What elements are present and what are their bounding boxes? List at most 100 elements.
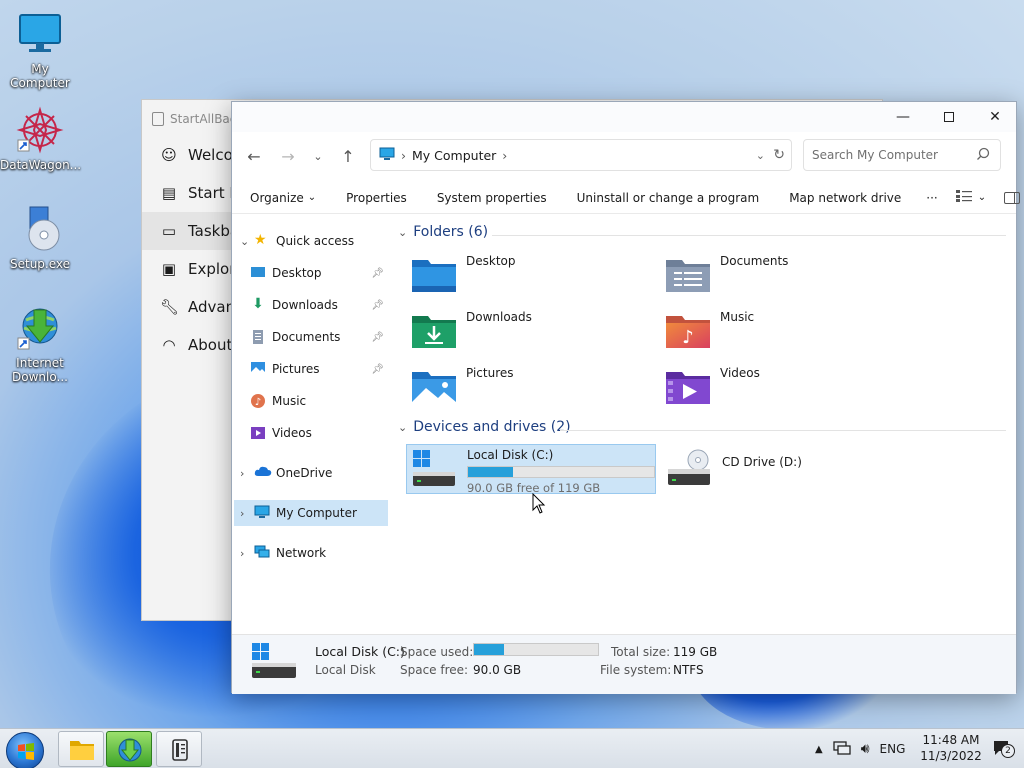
recent-locations-button[interactable]: ⌄ (306, 144, 330, 168)
folders-group-header[interactable]: ⌄ Folders (6) (398, 224, 488, 240)
clock-time: 11:48 AM (922, 733, 980, 747)
minimize-button[interactable]: — (880, 102, 926, 132)
system-tray: ▲ 🔊︎ ENG (815, 729, 905, 768)
desktop-icon-label: Setup.exe (9, 257, 71, 271)
maximize-button[interactable] (926, 102, 972, 132)
sidebar-label: Downloads (272, 298, 338, 312)
drive-local-disk-c[interactable]: Local Disk (C:) 90.0 GB free of 119 GB (406, 444, 656, 495)
chevron-right-icon[interactable]: › (240, 467, 254, 480)
address-bar[interactable]: › My Computer › ⌄ ↻ (370, 139, 792, 171)
space-used-fill (474, 644, 505, 655)
sidebar-item-my-computer[interactable]: › My Computer (234, 500, 388, 526)
folder-videos[interactable]: Videos (666, 362, 906, 410)
properties-button[interactable]: Properties (331, 182, 422, 214)
svg-text:♪: ♪ (682, 327, 694, 348)
chevron-right-icon[interactable]: › (240, 507, 254, 520)
address-dropdown-icon[interactable]: ⌄ (756, 149, 765, 162)
desktop-icon-my-computer[interactable]: My Computer (0, 10, 80, 90)
folder-label: Downloads (466, 310, 532, 324)
search-input[interactable]: Search My Computer (803, 139, 1001, 171)
view-options-button[interactable]: ⌄ (948, 182, 994, 214)
arrow-right-icon: → (281, 146, 295, 166)
chevron-down-icon: ⌄ (307, 192, 317, 203)
folder-desktop[interactable]: Desktop (412, 250, 652, 298)
desktop-icon-label: DataWagon... (0, 158, 82, 172)
folder-label: Desktop (466, 254, 516, 268)
sidebar-label: OneDrive (276, 466, 333, 480)
search-placeholder: Search My Computer (812, 148, 938, 162)
chevron-right-icon[interactable]: › (240, 547, 254, 560)
taskbar-internet-download-manager[interactable] (106, 731, 152, 767)
mouse-cursor-icon (532, 492, 546, 518)
more-options-button[interactable]: ··· (916, 182, 947, 214)
close-button[interactable]: ✕ (972, 102, 1018, 132)
breadcrumb-chevron-icon[interactable]: › (502, 148, 507, 163)
forward-button[interactable]: → (276, 144, 300, 168)
close-icon: ✕ (989, 109, 1001, 125)
system-properties-button[interactable]: System properties (422, 182, 562, 214)
desktop-icon-setup[interactable]: Setup.exe (0, 205, 80, 271)
language-indicator[interactable]: ENG (880, 742, 906, 756)
folder-label: Videos (720, 366, 760, 380)
folder-pictures[interactable]: Pictures (412, 362, 652, 410)
explorer-titlebar[interactable]: — ✕ (232, 102, 1016, 132)
folder-documents[interactable]: Documents (666, 250, 906, 298)
sidebar-item-network[interactable]: › Network (234, 540, 388, 566)
taskbar-file-explorer[interactable] (58, 731, 104, 767)
desktop-icon-datawagon[interactable]: DataWagon... (0, 106, 82, 172)
file-system-label: File system: (600, 663, 672, 677)
drive-usage-fill (468, 467, 514, 477)
gauge-icon: ◠ (162, 336, 176, 354)
map-network-drive-button[interactable]: Map network drive (774, 182, 916, 214)
sidebar-item-downloads[interactable]: ⬇︎ Downloads 📌︎ (234, 292, 388, 318)
navigation-pane: ⌄ ★ Quick access Desktop 📌︎ ⬇︎ Downloads… (232, 214, 390, 634)
details-pane: Local Disk (C:) Local Disk Space used: S… (232, 634, 1016, 694)
back-button[interactable]: ← (242, 144, 266, 168)
show-hidden-icons-button[interactable]: ▲ (815, 744, 823, 755)
nav-label: About (188, 336, 233, 354)
taskbar-startallback[interactable] (156, 731, 202, 767)
organize-button[interactable]: Organize ⌄ (232, 182, 331, 214)
videos-icon (250, 425, 266, 441)
group-title: Devices and drives (2) (413, 419, 571, 435)
drive-cd-d[interactable]: CD Drive (D:) (662, 444, 902, 494)
space-used-bar (473, 643, 599, 656)
breadcrumb-my-computer[interactable]: My Computer (412, 148, 496, 163)
sidebar-item-desktop[interactable]: Desktop 📌︎ (234, 260, 388, 286)
drives-group-header[interactable]: ⌄ Devices and drives (2) (398, 419, 571, 435)
sidebar-label: Network (276, 546, 327, 560)
music-icon: ♪ (250, 393, 266, 409)
space-free-label: Space free: (400, 663, 469, 677)
sidebar-item-documents[interactable]: Documents 📌︎ (234, 324, 388, 350)
monitor-icon (16, 10, 64, 58)
preview-pane-icon (1004, 191, 1021, 204)
desktop-folder-icon (412, 256, 456, 292)
notifications-button[interactable]: 2 (992, 739, 1016, 759)
desktop-icon-internet-download[interactable]: Internet Downlo... (0, 304, 80, 384)
navigation-bar: ← → ⌄ ↑ › My Computer › ⌄ ↻ Search My Co… (232, 136, 1016, 176)
folder-label: Music (720, 310, 755, 324)
pin-icon: 📌︎ (371, 363, 384, 375)
sidebar-item-music[interactable]: ♪ Music (234, 388, 388, 414)
sidebar-item-quick-access[interactable]: ⌄ ★ Quick access (234, 228, 388, 254)
windows-drive-icon (250, 641, 298, 684)
refresh-icon[interactable]: ↻ (773, 147, 785, 163)
arrow-left-icon: ← (247, 146, 261, 166)
up-button[interactable]: ↑ (336, 144, 360, 168)
folder-downloads[interactable]: Downloads (412, 306, 652, 354)
sidebar-item-pictures[interactable]: Pictures 📌︎ (234, 356, 388, 382)
clock[interactable]: 11:48 AM 11/3/2022 (920, 732, 982, 764)
details-drive-type: Local Disk (315, 663, 376, 677)
chevron-down-icon[interactable]: ⌄ (240, 235, 254, 248)
network-status-icon[interactable] (833, 740, 851, 759)
sidebar-item-videos[interactable]: Videos (234, 420, 388, 446)
preview-pane-button[interactable] (994, 182, 1024, 214)
volume-icon[interactable]: 🔊︎ (861, 741, 870, 757)
start-button[interactable] (6, 732, 44, 768)
folder-music[interactable]: ♪ Music (666, 306, 906, 354)
uninstall-program-button[interactable]: Uninstall or change a program (562, 182, 775, 214)
sidebar-item-onedrive[interactable]: › OneDrive (234, 460, 388, 486)
explorer-window[interactable]: — ✕ ← → ⌄ ↑ › My Computer › ⌄ ↻ Search M… (231, 101, 1021, 694)
windows-drive-icon (411, 448, 457, 490)
sidebar-label: Desktop (272, 266, 322, 280)
